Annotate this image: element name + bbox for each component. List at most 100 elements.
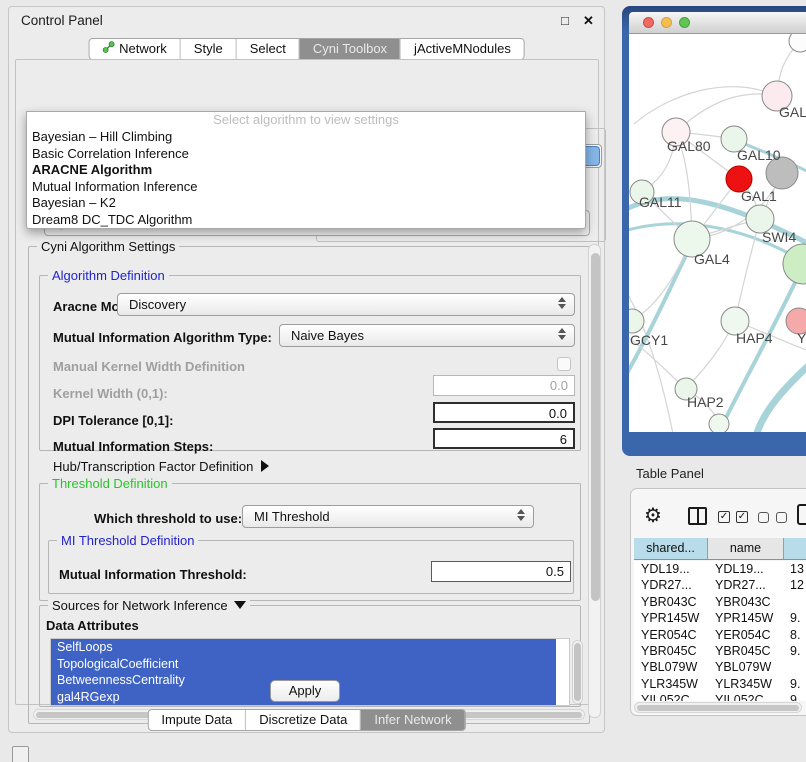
dock-panel-icon[interactable] — [12, 746, 29, 762]
network-window-titlebar[interactable] — [629, 12, 806, 34]
mi-steps-label: Mutual Information Steps: — [53, 439, 213, 454]
which-threshold-select[interactable]: MI Threshold — [242, 505, 534, 528]
apply-button[interactable]: Apply — [270, 680, 340, 702]
tab-label: jActiveMNodules — [414, 39, 511, 59]
control-panel: Control Panel □ ✕ NetworkStyleSelectCyni… — [8, 6, 605, 733]
node-right-green[interactable] — [783, 244, 806, 284]
table-row[interactable]: YLR345WYLR345W9. — [634, 676, 806, 692]
table-cell: YBR045C — [708, 643, 784, 659]
minimize-traffic-icon[interactable] — [661, 17, 672, 28]
threshold-definition-title: Threshold Definition — [48, 476, 172, 491]
hub-definition-label: Hub/Transcription Factor Definition — [53, 459, 253, 474]
unchecked-checkbox-icon[interactable] — [776, 512, 787, 523]
zoom-traffic-icon[interactable] — [679, 17, 690, 28]
algorithm-menu-item[interactable]: ARACNE Algorithm — [27, 162, 585, 179]
aracne-mode-value: Discovery — [129, 297, 186, 312]
mi-threshold-field[interactable]: 0.5 — [431, 561, 571, 582]
algorithm-menu-item[interactable]: Basic Correlation Inference — [27, 146, 585, 163]
checked-checkbox-icon[interactable]: ✓ — [718, 511, 730, 523]
network-canvas[interactable]: GALGAL80GAL10GAL1GAL11SWI4GAL4GCY1HAP4YH… — [629, 34, 806, 432]
float-window-icon[interactable]: □ — [561, 13, 569, 28]
which-threshold-value: MI Threshold — [254, 509, 330, 524]
aracne-mode-select[interactable]: Discovery — [117, 293, 575, 316]
table-cell: 9. — [784, 692, 800, 701]
mi-steps-field[interactable]: 6 — [433, 428, 575, 449]
tab-label: Select — [250, 39, 286, 59]
table-cell: YBR045C — [634, 643, 708, 659]
mi-type-label: Mutual Information Algorithm Type: — [53, 330, 272, 345]
node-label-gal11: GAL11 — [639, 194, 682, 210]
algorithm-menu-item[interactable]: Bayesian – K2 — [27, 195, 585, 212]
algorithm-menu-item[interactable]: Bayesian – Hill Climbing — [27, 129, 585, 146]
table-cell: 9. — [784, 643, 800, 659]
table-column-header[interactable]: name — [708, 538, 784, 559]
table-column-header[interactable] — [784, 538, 806, 559]
table-cell: 8. — [784, 627, 800, 643]
cyni-tab-label: Impute Data — [161, 710, 232, 730]
which-threshold-label: Which threshold to use: — [94, 511, 242, 526]
dpi-tolerance-label: DPI Tolerance [0,1]: — [53, 413, 173, 428]
table-cell: 13 — [784, 561, 804, 577]
table-row[interactable]: YBL079WYBL079W — [634, 659, 806, 675]
collapse-arrow-icon — [234, 601, 246, 609]
attributes-scrollbar[interactable] — [572, 640, 583, 704]
table-header-row: shared...name — [634, 538, 806, 560]
cyni-tab-impute-data[interactable]: Impute Data — [148, 710, 245, 730]
algorithm-menu-item[interactable]: Mutual Information Inference — [27, 179, 585, 196]
checked-checkbox-icon[interactable]: ✓ — [736, 511, 748, 523]
cyni-tab-infer-network[interactable]: Infer Network — [360, 710, 464, 730]
cyni-tab-discretize-data[interactable]: Discretize Data — [245, 710, 360, 730]
node-label-gcy1: GCY1 — [630, 332, 668, 348]
close-icon[interactable]: ✕ — [583, 13, 594, 29]
tab-label: Style — [194, 39, 223, 59]
table-column-header[interactable]: shared... — [634, 538, 708, 559]
table-hscrollbar[interactable] — [634, 702, 802, 713]
algorithm-menu: Bayesian – Hill ClimbingBasic Correlatio… — [27, 129, 585, 229]
table-panel-title: Table Panel — [636, 466, 704, 481]
dpi-tolerance-field[interactable]: 0.0 — [433, 402, 575, 423]
combo-spinner-icon — [558, 297, 568, 309]
algorithm-definition-title: Algorithm Definition — [48, 268, 169, 283]
node-label-hap4: HAP4 — [736, 330, 773, 346]
kernel-width-field: 0.0 — [433, 375, 575, 396]
table-row[interactable]: YDR27...YDR27...12 — [634, 577, 806, 593]
mi-type-select[interactable]: Naive Bayes — [279, 324, 575, 347]
tab-style[interactable]: Style — [180, 39, 236, 59]
algorithm-menu-item[interactable]: Dream8 DC_TDC Algorithm — [27, 212, 585, 229]
table-row[interactable]: YDL19...YDL19...13 — [634, 561, 806, 577]
tab-network[interactable]: Network — [89, 39, 180, 59]
network-view-window: GALGAL80GAL10GAL1GAL11SWI4GAL4GCY1HAP4YH… — [622, 6, 806, 456]
cyni-tab-label: Discretize Data — [259, 710, 347, 730]
attribute-list-item[interactable]: SelfLoops — [51, 639, 556, 656]
node-bottom[interactable] — [709, 414, 729, 432]
sources-title[interactable]: Sources for Network Inference — [48, 598, 250, 613]
manual-kernel-checkbox[interactable] — [557, 357, 571, 371]
table-cell: YER054C — [634, 627, 708, 643]
close-traffic-icon[interactable] — [643, 17, 654, 28]
column-layout-icon[interactable] — [688, 507, 707, 525]
cyni-tab-label: Infer Network — [374, 710, 451, 730]
table-row[interactable]: YER054CYER054C8. — [634, 627, 806, 643]
table-row[interactable]: YIL052CYIL052C9. — [634, 692, 806, 701]
table-cell: 12 — [784, 577, 804, 593]
mi-threshold-group: MI Threshold Definition Mutual Informati… — [48, 540, 574, 594]
node-gcy1[interactable] — [629, 309, 644, 333]
tab-jactivemnodules[interactable]: jActiveMNodules — [400, 39, 524, 59]
tab-select[interactable]: Select — [236, 39, 299, 59]
node-label-hap2: HAP2 — [687, 394, 724, 410]
table-row[interactable]: YBR045CYBR045C9. — [634, 643, 806, 659]
attribute-list-item[interactable]: TopologicalCoefficient — [51, 656, 556, 673]
node-top-right[interactable] — [789, 34, 806, 52]
popup-placeholder: Select algorithm to view settings — [27, 112, 585, 129]
gear-icon[interactable]: ⚙ — [644, 503, 662, 528]
settings-vscrollbar[interactable] — [588, 244, 601, 718]
table-cell: 9. — [784, 610, 800, 626]
hub-definition-toggle[interactable]: Hub/Transcription Factor Definition — [53, 459, 269, 474]
node-label-gal4: GAL4 — [694, 251, 730, 267]
tab-cyni-toolbox[interactable]: Cyni Toolbox — [299, 39, 400, 59]
table-row[interactable]: YBR043CYBR043C — [634, 594, 806, 610]
table-cell: YDL19... — [708, 561, 784, 577]
unchecked-checkbox-icon[interactable] — [758, 512, 769, 523]
new-table-icon[interactable] — [797, 504, 806, 525]
table-row[interactable]: YPR145WYPR145W9. — [634, 610, 806, 626]
